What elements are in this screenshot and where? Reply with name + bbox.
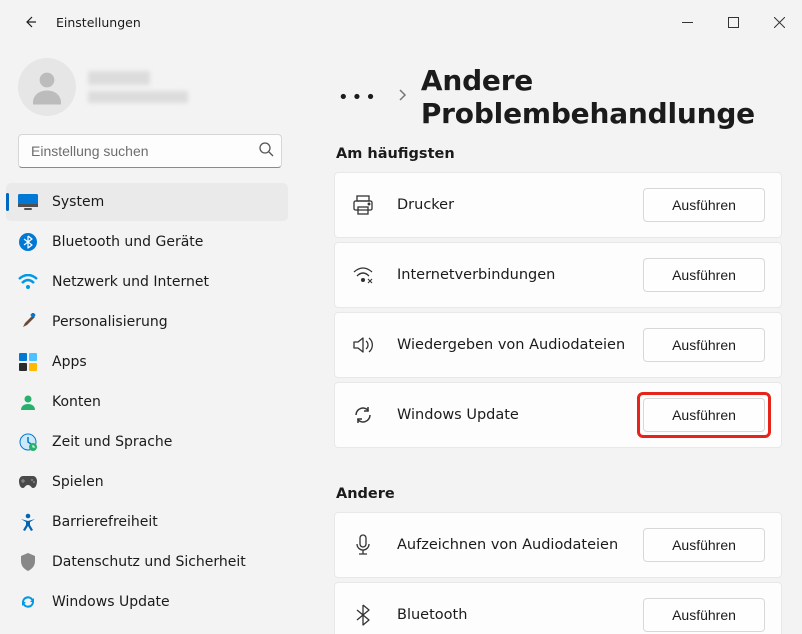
- troubleshooter-windows-update: Windows Update Ausführen: [334, 382, 782, 448]
- system-icon: [18, 192, 38, 212]
- volume-icon: [351, 333, 375, 357]
- run-button[interactable]: Ausführen: [643, 398, 765, 432]
- troubleshooter-label: Windows Update: [397, 407, 643, 423]
- printer-icon: [351, 193, 375, 217]
- close-button[interactable]: [756, 6, 802, 38]
- highlight-annotation: Ausführen: [637, 392, 771, 438]
- sidebar-item-accounts[interactable]: Konten: [6, 383, 288, 421]
- gamepad-icon: [18, 472, 38, 492]
- sidebar-item-label: Zeit und Sprache: [52, 434, 172, 450]
- sidebar-item-gaming[interactable]: Spielen: [6, 463, 288, 501]
- main-content: ••• Andere Problembehandlunge Am häufigs…: [300, 44, 802, 634]
- maximize-icon: [728, 17, 739, 28]
- troubleshooter-label: Drucker: [397, 197, 643, 213]
- body: System Bluetooth und Geräte Netzwerk und…: [0, 44, 802, 634]
- sidebar-item-apps[interactable]: Apps: [6, 343, 288, 381]
- sidebar-item-label: Spielen: [52, 474, 104, 490]
- sidebar-item-label: Windows Update: [52, 594, 170, 610]
- mic-icon: [351, 533, 375, 557]
- sidebar-item-network[interactable]: Netzwerk und Internet: [6, 263, 288, 301]
- minimize-icon: [682, 17, 693, 28]
- apps-icon: [18, 352, 38, 372]
- close-icon: [774, 17, 785, 28]
- search-container: [0, 128, 300, 182]
- window-controls: [664, 6, 802, 38]
- settings-window: Einstellungen: [0, 0, 802, 634]
- back-arrow-icon: [22, 14, 38, 30]
- accessibility-icon: [18, 512, 38, 532]
- sidebar-item-bluetooth[interactable]: Bluetooth und Geräte: [6, 223, 288, 261]
- account-block[interactable]: [0, 52, 300, 128]
- breadcrumb: ••• Andere Problembehandlunge: [334, 64, 782, 130]
- sidebar-item-label: Barrierefreiheit: [52, 514, 158, 530]
- nav-list: System Bluetooth und Geräte Netzwerk und…: [0, 182, 300, 622]
- sidebar-item-privacy[interactable]: Datenschutz und Sicherheit: [6, 543, 288, 581]
- sidebar-item-label: Personalisierung: [52, 314, 168, 330]
- wifi-nav-icon: [351, 263, 375, 287]
- account-text: [88, 71, 188, 103]
- section-title-other: Andere: [336, 486, 782, 502]
- search-input[interactable]: [18, 134, 282, 168]
- sidebar-item-windows-update[interactable]: Windows Update: [6, 583, 288, 621]
- section-title-frequent: Am häufigsten: [336, 146, 782, 162]
- sidebar-item-accessibility[interactable]: Barrierefreiheit: [6, 503, 288, 541]
- clock-icon: [18, 432, 38, 452]
- sidebar-item-label: Datenschutz und Sicherheit: [52, 554, 246, 570]
- bluetooth-outline-icon: [351, 603, 375, 627]
- person-icon: [26, 66, 68, 108]
- run-button[interactable]: Ausführen: [643, 258, 765, 292]
- troubleshooter-audio-record: Aufzeichnen von Audiodateien Ausführen: [334, 512, 782, 578]
- sidebar-item-label: Konten: [52, 394, 101, 410]
- troubleshooter-internet: Internetverbindungen Ausführen: [334, 242, 782, 308]
- run-button[interactable]: Ausführen: [643, 528, 765, 562]
- sidebar-item-label: System: [52, 194, 104, 210]
- back-button[interactable]: [12, 4, 48, 40]
- window-title: Einstellungen: [56, 15, 141, 30]
- brush-icon: [18, 312, 38, 332]
- troubleshooter-printer: Drucker Ausführen: [334, 172, 782, 238]
- minimize-button[interactable]: [664, 6, 710, 38]
- troubleshooter-audio-playback: Wiedergeben von Audiodateien Ausführen: [334, 312, 782, 378]
- troubleshooter-bluetooth: Bluetooth Ausführen: [334, 582, 782, 634]
- avatar: [18, 58, 76, 116]
- sidebar-item-personalization[interactable]: Personalisierung: [6, 303, 288, 341]
- chevron-right-icon: [397, 88, 407, 106]
- page-title: Andere Problembehandlunge: [421, 64, 782, 130]
- account-email-redacted: [88, 91, 188, 103]
- troubleshooter-label: Internetverbindungen: [397, 267, 643, 283]
- breadcrumb-ellipsis[interactable]: •••: [334, 87, 383, 108]
- sidebar-item-time-language[interactable]: Zeit und Sprache: [6, 423, 288, 461]
- titlebar: Einstellungen: [0, 0, 802, 44]
- update-icon: [18, 592, 38, 612]
- sidebar-item-label: Apps: [52, 354, 87, 370]
- bluetooth-icon: [18, 232, 38, 252]
- maximize-button[interactable]: [710, 6, 756, 38]
- troubleshooter-label: Wiedergeben von Audiodateien: [397, 337, 643, 353]
- account-name-redacted: [88, 71, 150, 85]
- troubleshooter-label: Aufzeichnen von Audiodateien: [397, 537, 643, 553]
- troubleshooter-label: Bluetooth: [397, 607, 643, 623]
- sidebar-item-system[interactable]: System: [6, 183, 288, 221]
- sidebar: System Bluetooth und Geräte Netzwerk und…: [0, 44, 300, 634]
- shield-icon: [18, 552, 38, 572]
- run-button[interactable]: Ausführen: [643, 328, 765, 362]
- search-box: [18, 134, 282, 168]
- sync-icon: [351, 403, 375, 427]
- sidebar-item-label: Bluetooth und Geräte: [52, 234, 203, 250]
- wifi-icon: [18, 272, 38, 292]
- search-icon: [258, 141, 274, 161]
- run-button[interactable]: Ausführen: [643, 188, 765, 222]
- run-button[interactable]: Ausführen: [643, 598, 765, 632]
- person-icon: [18, 392, 38, 412]
- sidebar-item-label: Netzwerk und Internet: [52, 274, 209, 290]
